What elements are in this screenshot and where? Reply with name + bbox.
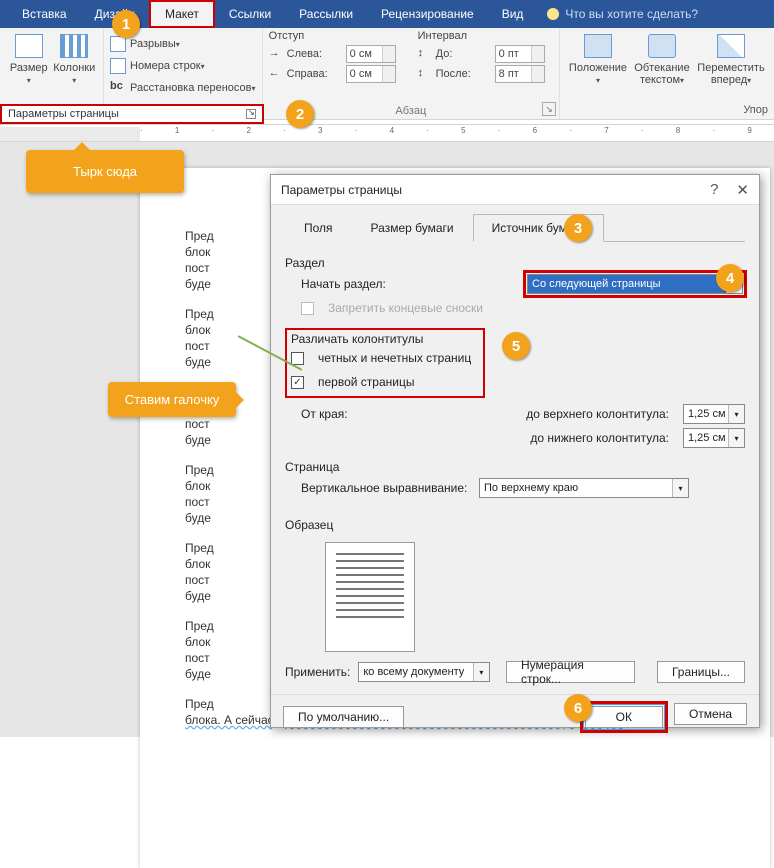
page-setup-launcher[interactable] xyxy=(246,109,256,119)
breaks-button[interactable]: Разрывы ▾ xyxy=(110,34,256,54)
indent-right-input[interactable]: 0 см xyxy=(346,65,396,83)
columns-icon xyxy=(60,34,88,58)
after-icon: ↕ xyxy=(418,67,432,81)
hyphen-label: Расстановка переносов xyxy=(130,82,251,94)
page-setup-bar: Параметры страницы xyxy=(0,104,264,124)
dlg-tab-fields[interactable]: Поля xyxy=(285,214,352,242)
borders-button[interactable]: Границы... xyxy=(657,661,745,683)
dialog-tabs: Поля Размер бумаги Источник бумаги xyxy=(285,213,745,242)
odd-even-label: четных и нечетных страниц xyxy=(318,351,471,365)
suppress-endnotes-label: Запретить концевые сноски xyxy=(328,301,483,315)
apply-combo[interactable]: ко всему документу▾ xyxy=(358,662,490,682)
close-icon[interactable]: ✕ xyxy=(736,181,749,199)
bulb-icon xyxy=(547,8,559,20)
from-edge-label: От края: xyxy=(301,407,361,421)
indent-left-input[interactable]: 0 см xyxy=(346,45,396,63)
start-section-label: Начать раздел: xyxy=(301,277,411,291)
start-section-value: Со следующей страницы xyxy=(532,278,661,290)
indent-label: Отступ xyxy=(269,30,396,42)
before-label: До: xyxy=(436,48,491,60)
spacing-before-input[interactable]: 0 пт xyxy=(495,45,545,63)
first-page-label: первой страницы xyxy=(318,375,414,389)
ruler[interactable]: · 1 · 2 · 3 · 4 · 5 · 6 · 7 · 8 · 9 · 10… xyxy=(0,124,774,142)
preview xyxy=(325,542,415,652)
line-numbers-button[interactable]: Нумерация строк... xyxy=(506,661,635,683)
columns-button[interactable]: Колонки▾ xyxy=(52,30,98,87)
default-button[interactable]: По умолчанию... xyxy=(283,706,404,728)
callout-check: Ставим галочку xyxy=(108,382,236,417)
right-label: Справа: xyxy=(287,68,342,80)
valign-combo[interactable]: По верхнему краю▾ xyxy=(479,478,689,498)
page-setup-dialog: Параметры страницы ? ✕ Поля Размер бумаг… xyxy=(270,174,760,728)
after-label: После: xyxy=(436,68,491,80)
first-page-check[interactable]: ✓ xyxy=(291,376,304,389)
step-4: 4 xyxy=(716,264,744,292)
interval-label: Интервал xyxy=(418,30,545,42)
hyphen-button[interactable]: bcРасстановка переносов ▾ xyxy=(110,78,256,98)
tell-me[interactable]: Что вы хотите сделать? xyxy=(537,0,708,28)
before-icon: ↕ xyxy=(418,47,432,61)
move-icon xyxy=(717,34,745,58)
linenum-button[interactable]: Номера строк ▾ xyxy=(110,56,256,76)
left-label: Слева: xyxy=(287,48,342,60)
help-icon[interactable]: ? xyxy=(710,181,718,199)
start-section-combo[interactable]: Со следующей страницы ▾ xyxy=(527,274,743,294)
footer-dist-label: до нижнего колонтитула: xyxy=(530,431,669,445)
step-2: 2 xyxy=(286,100,314,128)
dialog-titlebar: Параметры страницы ? ✕ xyxy=(271,175,759,205)
page-section-title: Страница xyxy=(285,456,745,476)
step-5: 5 xyxy=(502,332,530,360)
size-button[interactable]: Размер▾ xyxy=(6,30,52,87)
dlg-tab-paper-size[interactable]: Размер бумаги xyxy=(352,214,473,242)
callout-tyrk: Тырк сюда xyxy=(26,150,184,193)
position-label: Положение xyxy=(569,62,627,74)
position-button[interactable]: Положение▾ xyxy=(566,30,630,87)
tab-view[interactable]: Вид xyxy=(488,0,538,28)
wrap-icon xyxy=(648,34,676,58)
sample-title: Образец xyxy=(285,514,745,534)
tab-mailings[interactable]: Рассылки xyxy=(285,0,367,28)
indent-right-icon: ← xyxy=(269,67,283,81)
apply-label: Применить: xyxy=(285,665,350,679)
footer-dist-input[interactable]: 1,25 см▾ xyxy=(683,428,745,448)
tab-insert[interactable]: Вставка xyxy=(8,0,81,28)
breaks-icon xyxy=(110,36,126,52)
hyphen-icon: bc xyxy=(110,80,126,96)
columns-label: Колонки xyxy=(53,62,95,74)
header-dist-input[interactable]: 1,25 см▾ xyxy=(683,404,745,424)
step-1: 1 xyxy=(112,10,140,38)
paragraph-launcher[interactable]: ↘ xyxy=(542,102,556,116)
spacing-after-input[interactable]: 8 пт xyxy=(495,65,545,83)
linenum-icon xyxy=(110,58,126,74)
valign-label: Вертикальное выравнивание: xyxy=(301,481,471,495)
move-label: Переместить вперед xyxy=(697,62,764,86)
suppress-endnotes-check xyxy=(301,302,314,315)
size-label: Размер xyxy=(10,62,48,74)
position-icon xyxy=(584,34,612,58)
tell-me-label: Что вы хотите сделать? xyxy=(565,7,698,21)
tab-review[interactable]: Рецензирование xyxy=(367,0,488,28)
bring-forward-button[interactable]: Переместить вперед▾ xyxy=(694,30,768,87)
ok-button[interactable]: ОК xyxy=(585,706,663,728)
cancel-button[interactable]: Отмена xyxy=(674,703,747,725)
odd-even-check[interactable] xyxy=(291,352,304,365)
headers-title: Различать колонтитулы xyxy=(291,332,479,346)
linenum-label: Номера строк xyxy=(130,60,201,72)
dialog-title: Параметры страницы xyxy=(281,183,402,197)
wrap-button[interactable]: Обтекание текстом▾ xyxy=(630,30,694,87)
header-dist-label: до верхнего колонтитула: xyxy=(526,407,669,421)
tab-references[interactable]: Ссылки xyxy=(215,0,285,28)
section-razdel-title: Раздел xyxy=(285,252,745,272)
step-3: 3 xyxy=(564,214,592,242)
step-6: 6 xyxy=(564,694,592,722)
page-setup-label: Параметры страницы xyxy=(8,108,119,120)
indent-left-icon: → xyxy=(269,47,283,61)
size-icon xyxy=(15,34,43,58)
arrange-label: Упор xyxy=(743,104,768,116)
breaks-label: Разрывы xyxy=(130,38,176,50)
tab-layout[interactable]: Макет xyxy=(149,0,215,28)
